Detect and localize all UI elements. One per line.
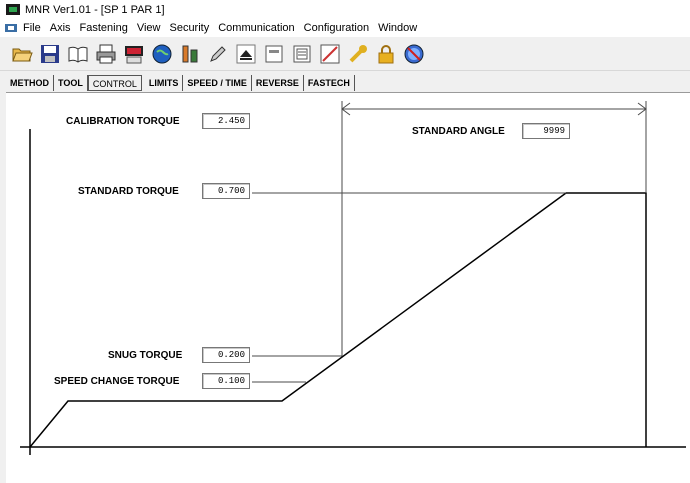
title-bar: MNR Ver1.01 - [SP 1 PAR 1] — [0, 0, 690, 19]
audio-off-icon[interactable] — [401, 41, 427, 67]
tab-limits[interactable]: LIMITS — [145, 75, 184, 91]
calibration-torque-field[interactable]: 2.450 — [202, 113, 250, 129]
display-icon[interactable] — [261, 41, 287, 67]
tab-fastech[interactable]: FASTECH — [304, 75, 355, 91]
calibration-torque-label: CALIBRATION TORQUE — [66, 116, 180, 127]
tab-speed-time[interactable]: SPEED / TIME — [183, 75, 252, 91]
eject-icon[interactable] — [233, 41, 259, 67]
child-window-icon[interactable] — [5, 22, 19, 34]
pen-icon[interactable] — [205, 41, 231, 67]
torque-angle-graph — [20, 101, 686, 455]
menu-security[interactable]: Security — [169, 22, 209, 34]
menu-bar: File Axis Fastening View Security Commun… — [0, 19, 690, 37]
app-icon — [6, 4, 20, 15]
control-panel: CALIBRATION TORQUE 2.450 STANDARD ANGLE … — [6, 92, 690, 483]
document-icon[interactable] — [289, 41, 315, 67]
menu-axis[interactable]: Axis — [50, 22, 71, 34]
standard-angle-label: STANDARD ANGLE — [412, 126, 505, 137]
menu-communication[interactable]: Communication — [218, 22, 294, 34]
meter-icon[interactable] — [121, 41, 147, 67]
torque-curve — [29, 192, 647, 448]
wrench-icon[interactable] — [345, 41, 371, 67]
globe-icon[interactable] — [149, 41, 175, 67]
menu-configuration[interactable]: Configuration — [304, 22, 369, 34]
tab-method[interactable]: METHOD — [6, 75, 54, 91]
snug-torque-field[interactable]: 0.200 — [202, 347, 250, 363]
tool-icon[interactable] — [177, 41, 203, 67]
speed-change-torque-label: SPEED CHANGE TORQUE — [54, 376, 180, 387]
window-title: MNR Ver1.01 - [SP 1 PAR 1] — [25, 3, 165, 16]
tab-control[interactable]: CONTROL — [87, 75, 142, 91]
save-icon[interactable] — [37, 41, 63, 67]
standard-torque-field[interactable]: 0.700 — [202, 183, 250, 199]
tab-reverse[interactable]: REVERSE — [252, 75, 304, 91]
speed-change-torque-field[interactable]: 0.100 — [202, 373, 250, 389]
snug-torque-label: SNUG TORQUE — [108, 350, 183, 361]
lock-icon[interactable] — [373, 41, 399, 67]
menu-file[interactable]: File — [23, 22, 41, 34]
print-icon[interactable] — [93, 41, 119, 67]
graph-icon[interactable] — [317, 41, 343, 67]
tab-tool[interactable]: TOOL — [54, 75, 88, 91]
standard-torque-label: STANDARD TORQUE — [78, 186, 179, 197]
tab-strip: METHOD TOOL CONTROL LIMITS SPEED / TIME … — [6, 75, 355, 91]
menu-view[interactable]: View — [137, 22, 161, 34]
open-folder-icon[interactable] — [9, 41, 35, 67]
menu-fastening[interactable]: Fastening — [80, 22, 128, 34]
toolbar — [0, 37, 690, 71]
standard-angle-field[interactable]: 9999 — [522, 123, 570, 139]
menu-window[interactable]: Window — [378, 22, 417, 34]
book-icon[interactable] — [65, 41, 91, 67]
